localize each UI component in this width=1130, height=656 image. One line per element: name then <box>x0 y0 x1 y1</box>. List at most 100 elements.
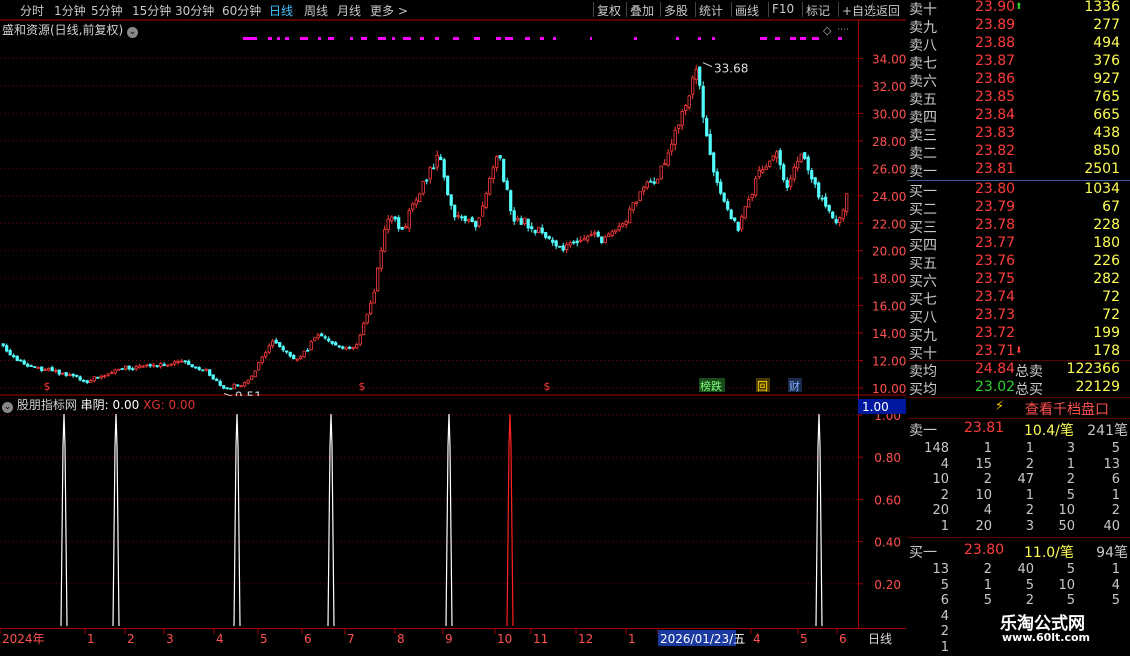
axis-label: 5 <box>260 632 268 646</box>
candle-body <box>152 364 156 367</box>
avg-value: 24.84 <box>975 361 1016 377</box>
candle-body <box>243 382 247 387</box>
level-volume: 850 <box>1093 143 1120 159</box>
queue-per-order: 11.0/笔 <box>1024 545 1074 561</box>
signal-spike-line <box>60 413 68 627</box>
toolbar-tab-7[interactable]: 周线 <box>304 2 328 19</box>
ask-row[interactable]: 卖三 23.83 438 <box>907 125 1130 144</box>
toolbar-tab-9[interactable]: 更多 > <box>370 2 408 19</box>
price-tick-label: 10.00 <box>872 382 906 396</box>
candle-body <box>36 367 40 369</box>
bid-row[interactable]: 买七 23.74 72 <box>907 289 1130 308</box>
candle-body <box>393 216 397 220</box>
total-label: 总买 <box>1015 382 1043 398</box>
price-tick-label: 32.00 <box>872 80 906 94</box>
candlestick-chart[interactable]: 34.00 32.00 30.00 28.00 26.00 24.00 22.00 20.00… <box>0 20 906 396</box>
level-price: 23.90 <box>975 0 1016 15</box>
candle-body <box>568 242 572 246</box>
candle-body <box>565 244 569 250</box>
ask-row[interactable]: 卖一 23.81 2501 <box>907 161 1130 180</box>
bid-row[interactable]: 买六 23.75 282 <box>907 271 1130 290</box>
candle-body <box>197 367 201 370</box>
candle-body <box>607 233 611 237</box>
depth-book-button[interactable]: 查看千档盘口 <box>1025 399 1109 419</box>
candle-body <box>327 338 331 342</box>
ask-row[interactable]: 卖二 23.82 850 <box>907 143 1130 162</box>
candle-body <box>845 193 849 213</box>
candle-body <box>516 217 520 221</box>
ask-row[interactable]: 卖五 23.85 765 <box>907 89 1130 108</box>
candle-body <box>530 226 534 230</box>
toolbar-tab-2[interactable]: 5分钟 <box>91 2 123 19</box>
toolbar-tab-1[interactable]: 1分钟 <box>54 2 86 19</box>
ask-row[interactable]: 卖四 23.84 665 <box>907 107 1130 126</box>
candle-body <box>582 238 586 241</box>
candle-body <box>719 181 723 194</box>
toolbar-button-3[interactable]: 统计 <box>699 2 723 19</box>
event-tag: 榜跌 <box>700 379 722 393</box>
bid-row[interactable]: 买二 23.79 67 <box>907 199 1130 218</box>
candle-body <box>645 181 649 189</box>
candle-body <box>533 229 537 234</box>
total-value: 22129 <box>1075 379 1120 395</box>
ask-row[interactable]: 卖十 23.90 1336 ⬆ <box>907 0 1130 18</box>
queue-price: 23.80 <box>964 542 1005 558</box>
toolbar-button-8[interactable]: 返回 <box>876 2 900 19</box>
bid-row[interactable]: 买三 23.78 228 <box>907 217 1130 236</box>
ask-row[interactable]: 卖六 23.86 927 <box>907 71 1130 90</box>
chevron-down-icon[interactable]: ⌄ <box>2 402 13 413</box>
candle-body <box>740 216 744 230</box>
candle-body <box>127 365 131 370</box>
toolbar-tab-6[interactable]: 日线 <box>269 2 293 19</box>
toolbar-button-6[interactable]: 标记 <box>806 2 830 19</box>
chevron-down-icon[interactable]: ⌄ <box>127 27 139 38</box>
ask-row[interactable]: 卖八 23.88 494 <box>907 35 1130 54</box>
toolbar-button-0[interactable]: 复权 <box>597 2 621 19</box>
level-price: 23.82 <box>975 143 1016 159</box>
toolbar-button-5[interactable]: F10 <box>772 2 794 16</box>
candle-body <box>54 369 58 372</box>
toolbar-tab-8[interactable]: 月线 <box>337 2 361 19</box>
toolbar-tab-5[interactable]: 60分钟 <box>222 2 261 19</box>
level-price: 23.89 <box>975 17 1016 33</box>
level-label: 买七 <box>909 292 937 308</box>
bid-row[interactable]: 买五 23.76 226 <box>907 253 1130 272</box>
candle-body <box>824 196 828 207</box>
candle-body <box>610 231 614 236</box>
candle-body <box>715 171 719 183</box>
queue-cell: 3 <box>1025 518 1034 534</box>
toolbar-button-4[interactable]: 画线 <box>735 2 759 19</box>
dollar-marker: $ <box>359 380 366 393</box>
bid-row[interactable]: 买八 23.73 72 <box>907 307 1130 326</box>
bid-row[interactable]: 买十 23.71 178 ⬇ <box>907 343 1130 362</box>
ask-row[interactable]: 卖七 23.87 376 <box>907 53 1130 72</box>
toolbar-button-7[interactable]: +自选 <box>842 2 876 19</box>
candle-body <box>313 337 317 342</box>
signal-dot <box>553 37 556 40</box>
bid-row[interactable]: 买九 23.72 199 <box>907 325 1130 344</box>
candle-body <box>463 215 467 222</box>
candle-body <box>652 181 656 184</box>
level-label: 卖四 <box>909 110 937 126</box>
indicator-chart[interactable]: 1.000.800.600.400.201.00 <box>0 396 906 628</box>
axis-label: 8 <box>397 632 405 646</box>
toolbar-tab-3[interactable]: 15分钟 <box>132 2 171 19</box>
toolbar-tab-4[interactable]: 30分钟 <box>175 2 214 19</box>
candle-body <box>372 291 376 304</box>
bid-row[interactable]: 买一 23.80 1034 <box>907 181 1130 200</box>
candle-body <box>764 166 768 170</box>
candle-body <box>806 156 810 171</box>
toolbar-button-1[interactable]: 叠加 <box>630 2 654 19</box>
signal-dot <box>300 37 308 40</box>
indicator-tick-label: 0.20 <box>874 578 901 592</box>
candle-body <box>414 199 418 205</box>
ask-row[interactable]: 卖九 23.89 277 <box>907 17 1130 36</box>
level-volume: 228 <box>1093 217 1120 233</box>
candle-body <box>264 352 268 357</box>
toolbar-button-2[interactable]: 多股 <box>664 2 688 19</box>
toolbar-tab-0[interactable]: 分时 <box>20 2 44 19</box>
level-volume: 438 <box>1093 125 1120 141</box>
bid-row[interactable]: 买四 23.77 180 <box>907 235 1130 254</box>
candle-body <box>292 354 296 360</box>
avg-label: 买均 <box>909 382 937 398</box>
